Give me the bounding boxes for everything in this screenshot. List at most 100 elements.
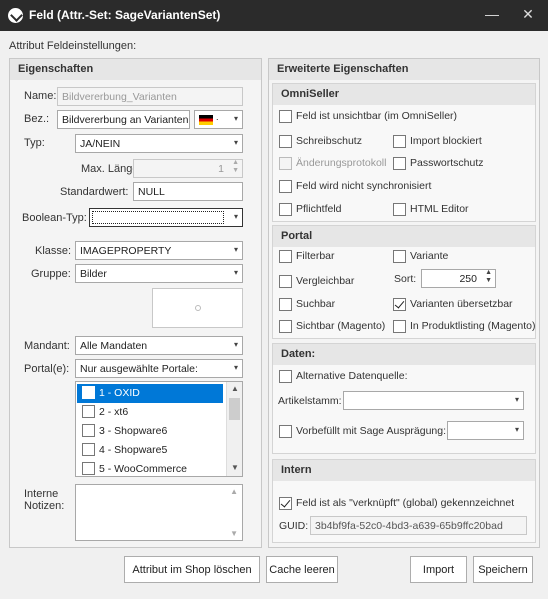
- chevron-down-icon: ▾: [233, 114, 238, 123]
- chevron-down-icon: ▾: [233, 212, 238, 221]
- checkbox[interactable]: [82, 386, 95, 399]
- klasse-value: IMAGEPROPERTY: [80, 245, 172, 257]
- std-label: Standardwert:: [60, 186, 129, 198]
- portale-label: Portal(e):: [24, 363, 70, 375]
- verknuepft-checkbox[interactable]: [279, 497, 292, 510]
- vergleichbar-checkbox[interactable]: [279, 275, 292, 288]
- name-label: Name:: [24, 90, 57, 102]
- guid-label: GUID:: [279, 520, 309, 532]
- typ-select[interactable]: JA/NEIN ▾: [75, 134, 243, 153]
- vorbefuellt-checkbox[interactable]: [279, 425, 292, 438]
- scroll-down-icon[interactable]: ▼: [231, 463, 239, 472]
- checkbox[interactable]: [82, 424, 95, 437]
- mandant-label: Mandant:: [24, 340, 70, 352]
- aenderungsprotokoll-checkbox[interactable]: [279, 157, 292, 170]
- nicht-sync-label: Feld wird nicht synchronisiert: [296, 180, 432, 192]
- pflichtfeld-checkbox[interactable]: [279, 203, 292, 216]
- filterbar-checkbox[interactable]: [279, 250, 292, 263]
- list-item[interactable]: 1 - OXID: [77, 384, 223, 403]
- html-editor-checkbox[interactable]: [393, 203, 406, 216]
- mandant-select[interactable]: Alle Mandaten ▾: [75, 336, 243, 355]
- clear-cache-button[interactable]: Cache leeren: [266, 556, 338, 583]
- omniseller-heading: OmniSeller: [273, 84, 535, 105]
- image-preview[interactable]: [152, 288, 243, 328]
- vorbefuellt-label: Vorbefüllt mit Sage Ausprägung:: [296, 425, 447, 437]
- bool-select[interactable]: ▾: [89, 208, 243, 227]
- produktlisting-checkbox[interactable]: [393, 320, 406, 333]
- close-button[interactable]: ✕: [518, 6, 538, 24]
- list-item[interactable]: 2 - xt6: [77, 403, 223, 422]
- chevron-down-icon: ▾: [233, 245, 238, 254]
- checkbox[interactable]: [82, 443, 95, 456]
- std-field[interactable]: NULL: [133, 182, 243, 201]
- spinner-arrows-icon[interactable]: ▲ ▼: [485, 270, 492, 285]
- gruppe-select[interactable]: Bilder ▾: [75, 264, 243, 283]
- app-icon: [8, 8, 23, 23]
- mandant-value: Alle Mandaten: [80, 340, 148, 352]
- scrollbar[interactable]: ▲ ▼: [226, 382, 242, 476]
- intern-heading: Intern: [273, 460, 535, 481]
- import-blockiert-label: Import blockiert: [410, 135, 482, 147]
- bool-label: Boolean-Typ:: [22, 212, 87, 224]
- variante-checkbox[interactable]: [393, 250, 406, 263]
- suchbar-label: Suchbar: [296, 298, 336, 310]
- delete-in-shop-button[interactable]: Attribut im Shop löschen: [124, 556, 260, 583]
- checkbox[interactable]: [82, 462, 95, 475]
- bez-field[interactable]: Bildvererbung an Varianten: [57, 110, 190, 129]
- placeholder-dot-icon: [195, 305, 201, 311]
- list-item[interactable]: 5 - WooCommerce: [77, 460, 223, 479]
- notes-label-2: Notizen:: [24, 500, 65, 512]
- sichtbar-checkbox[interactable]: [279, 320, 292, 333]
- minimize-button[interactable]: —: [482, 6, 502, 24]
- properties-heading: Eigenschaften: [10, 59, 261, 80]
- unsichtbar-label: Feld ist unsichtbar (im OmniSeller): [296, 110, 458, 122]
- portale-select[interactable]: Nur ausgewählte Portale: ▾: [75, 359, 243, 378]
- notes-textarea[interactable]: ▲ ▼: [75, 484, 243, 541]
- sichtbar-label: Sichtbar (Magento): [296, 320, 386, 332]
- sort-value: 250: [459, 273, 477, 285]
- scroll-down-icon: ▼: [230, 529, 238, 538]
- language-select[interactable]: . ▾: [194, 110, 243, 129]
- maxlen-spinner[interactable]: 1 ▲ ▼: [133, 159, 243, 178]
- subtitle: Attribut Feldeinstellungen:: [9, 40, 137, 52]
- portal-list[interactable]: 1 - OXID 2 - xt6 3 - Shopware6 4 - Shopw…: [75, 381, 243, 477]
- guid-field[interactable]: 3b4bf9fa-52c0-4bd3-a639-65b9ffc20bad: [310, 516, 527, 535]
- scrollbar-thumb[interactable]: [229, 398, 240, 420]
- sort-spinner[interactable]: 250 ▲ ▼: [421, 269, 496, 288]
- nicht-sync-checkbox[interactable]: [279, 180, 292, 193]
- suchbar-checkbox[interactable]: [279, 298, 292, 311]
- pflichtfeld-label: Pflichtfeld: [296, 203, 342, 215]
- scroll-up-icon[interactable]: ▲: [231, 384, 239, 393]
- schreibschutz-checkbox[interactable]: [279, 135, 292, 148]
- klasse-label: Klasse:: [35, 245, 72, 257]
- varianten-uebersetzbar-label: Varianten übersetzbar: [410, 298, 513, 310]
- list-item[interactable]: 4 - Shopware5: [77, 441, 223, 460]
- chevron-down-icon: ▾: [233, 268, 238, 277]
- maxlen-value: 1: [218, 163, 224, 175]
- passwortschutz-checkbox[interactable]: [393, 157, 406, 170]
- sort-label: Sort:: [394, 273, 417, 285]
- import-blockiert-checkbox[interactable]: [393, 135, 406, 148]
- typ-label: Typ:: [24, 137, 45, 149]
- gruppe-value: Bilder: [80, 268, 107, 280]
- checkbox[interactable]: [82, 405, 95, 418]
- chevron-down-icon: ▾: [233, 363, 238, 372]
- title-bar: Feld (Attr.-Set: SageVariantenSet) — ✕: [0, 0, 548, 31]
- vorbefuellt-select[interactable]: ▾: [447, 421, 524, 440]
- klasse-select[interactable]: IMAGEPROPERTY ▾: [75, 241, 243, 260]
- aenderungsprotokoll-label: Änderungsprotokoll: [296, 157, 387, 169]
- extended-properties-heading: Erweiterte Eigenschaften: [269, 59, 539, 80]
- name-field[interactable]: Bildvererbung_Varianten: [57, 87, 243, 106]
- window-title: Feld (Attr.-Set: SageVariantenSet): [29, 8, 221, 22]
- save-button[interactable]: Speichern: [473, 556, 533, 583]
- portale-value: Nur ausgewählte Portale:: [80, 363, 198, 375]
- unsichtbar-checkbox[interactable]: [279, 110, 292, 123]
- artikelstamm-select[interactable]: ▾: [343, 391, 524, 410]
- alt-quelle-checkbox[interactable]: [279, 370, 292, 383]
- vergleichbar-label: Vergleichbar: [296, 275, 355, 287]
- schreibschutz-label: Schreibschutz: [296, 135, 362, 147]
- list-item[interactable]: 3 - Shopware6: [77, 422, 223, 441]
- varianten-uebersetzbar-checkbox[interactable]: [393, 298, 406, 311]
- import-button[interactable]: Import: [410, 556, 467, 583]
- gruppe-label: Gruppe:: [31, 268, 71, 280]
